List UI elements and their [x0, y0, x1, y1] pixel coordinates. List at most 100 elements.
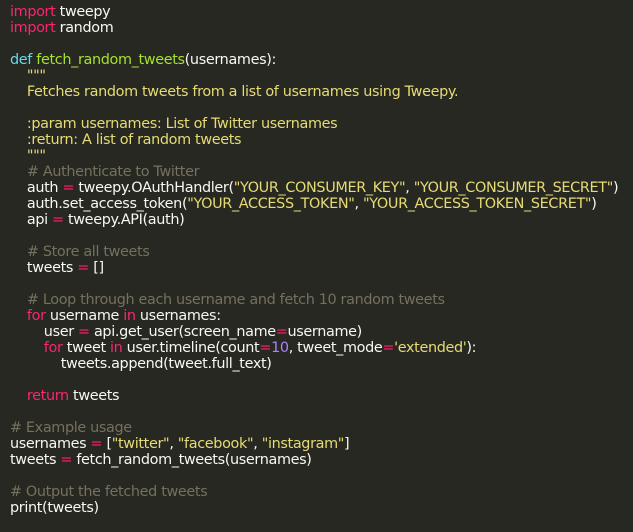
code-line[interactable]: tweets.append(tweet.full_text): [10, 356, 633, 372]
code-token: api.get_user(screen_name: [89, 324, 276, 340]
code-token: random: [55, 20, 114, 36]
code-token: for: [10, 308, 46, 324]
code-token: tweet: [62, 340, 111, 356]
code-line[interactable]: # Store all tweets: [10, 244, 633, 260]
code-line[interactable]: :return: A list of random tweets: [10, 132, 633, 148]
code-line[interactable]: """: [10, 148, 633, 164]
code-line[interactable]: [10, 100, 633, 116]
code-token: username: [45, 308, 124, 324]
code-token: "twitter": [111, 436, 170, 452]
code-token: []: [89, 260, 104, 276]
code-token: auth: [10, 180, 63, 196]
code-token: "instagram": [261, 436, 345, 452]
code-token: # Authenticate to Twitter: [10, 164, 200, 180]
code-token: auth.set_access_token(: [10, 196, 188, 212]
code-token: =: [382, 340, 395, 356]
code-token: """: [10, 68, 46, 84]
code-token: for: [10, 340, 63, 356]
code-line[interactable]: """: [10, 68, 633, 84]
code-token: # Loop through each username and fetch 1…: [10, 292, 445, 308]
code-token: , tweet_mode: [288, 340, 383, 356]
code-token: ,: [169, 436, 178, 452]
code-token: import: [10, 4, 56, 20]
code-token: user.timeline(count: [122, 340, 260, 356]
code-token: Fetches random tweets from a list of use…: [10, 84, 459, 100]
code-token: return: [10, 388, 69, 404]
code-token: :return: A list of random tweets: [10, 132, 242, 148]
code-token: ): [612, 180, 619, 196]
code-token: tweepy.OAuthHandler(: [74, 180, 234, 196]
code-token: usernames: [10, 436, 91, 452]
code-token: fetch_random_tweets(usernames): [72, 452, 312, 468]
code-token: "YOUR_CONSUMER_KEY": [233, 180, 406, 196]
code-token: ):: [466, 340, 477, 356]
code-token: username): [287, 324, 362, 340]
code-token: tweets: [10, 452, 61, 468]
code-token: api: [10, 212, 53, 228]
code-line[interactable]: usernames = ["twitter", "facebook", "ins…: [10, 436, 633, 452]
code-editor[interactable]: import tweepy import random def fetch_ran…: [0, 0, 633, 532]
code-line[interactable]: # Example usage: [10, 420, 633, 436]
code-line[interactable]: import random: [10, 20, 633, 36]
code-line[interactable]: # Output the fetched tweets: [10, 484, 633, 500]
code-token: import: [10, 20, 56, 36]
code-token: user: [10, 324, 79, 340]
code-token: in: [123, 308, 136, 324]
code-line[interactable]: [10, 36, 633, 52]
code-line[interactable]: tweets = fetch_random_tweets(usernames): [10, 452, 633, 468]
code-line[interactable]: tweets = []: [10, 260, 633, 276]
code-line[interactable]: for username in usernames:: [10, 308, 633, 324]
code-line[interactable]: api = tweepy.API(auth): [10, 212, 633, 228]
code-token: =: [77, 260, 89, 276]
code-token: =: [78, 324, 90, 340]
code-line[interactable]: [10, 228, 633, 244]
code-token: tweets: [68, 388, 120, 404]
code-token: =: [52, 212, 64, 228]
code-token: ]: [344, 436, 350, 452]
code-token: [: [102, 436, 112, 452]
code-token: ,: [253, 436, 262, 452]
code-line[interactable]: print(tweets): [10, 500, 633, 516]
code-token: =: [90, 436, 103, 452]
code-token: =: [62, 180, 75, 196]
code-token: ,: [405, 180, 414, 196]
code-token: """: [10, 148, 46, 164]
code-line[interactable]: user = api.get_user(screen_name=username…: [10, 324, 633, 340]
code-line[interactable]: [10, 372, 633, 388]
code-token: =: [275, 324, 288, 340]
code-token: print(tweets): [10, 500, 99, 516]
code-token: tweepy: [55, 4, 111, 20]
code-token: 'extended': [394, 340, 467, 356]
code-line[interactable]: # Authenticate to Twitter: [10, 164, 633, 180]
code-token: (usernames):: [184, 52, 277, 68]
code-token: "facebook": [177, 436, 254, 452]
code-token: # Store all tweets: [10, 244, 150, 260]
code-line[interactable]: auth = tweepy.OAuthHandler("YOUR_CONSUME…: [10, 180, 633, 196]
code-line[interactable]: def fetch_random_tweets(usernames):: [10, 52, 633, 68]
code-token: 10: [271, 340, 289, 356]
code-token: "YOUR_ACCESS_TOKEN_SECRET": [362, 196, 592, 212]
code-token: ): [591, 196, 597, 212]
code-line[interactable]: [10, 276, 633, 292]
code-line[interactable]: auth.set_access_token("YOUR_ACCESS_TOKEN…: [10, 196, 633, 212]
code-token: tweets: [10, 260, 78, 276]
code-token: # Output the fetched tweets: [10, 484, 208, 500]
code-token: tweepy.API(auth): [63, 212, 185, 228]
code-line[interactable]: Fetches random tweets from a list of use…: [10, 84, 633, 100]
code-line[interactable]: # Loop through each username and fetch 1…: [10, 292, 633, 308]
code-line[interactable]: for tweet in user.timeline(count=10, twe…: [10, 340, 633, 356]
code-line[interactable]: return tweets: [10, 388, 633, 404]
code-token: ,: [354, 196, 363, 212]
code-token: fetch_random_tweets: [36, 52, 185, 68]
code-line[interactable]: [10, 468, 633, 484]
code-line[interactable]: import tweepy: [10, 4, 633, 20]
code-token: # Example usage: [10, 420, 132, 436]
code-token: =: [259, 340, 272, 356]
code-line[interactable]: [10, 404, 633, 420]
code-token: :param usernames: List of Twitter userna…: [10, 116, 338, 132]
code-token: "YOUR_ACCESS_TOKEN": [187, 196, 355, 212]
code-token: tweets.append(tweet.full_text): [10, 356, 272, 372]
code-token: def: [10, 52, 33, 68]
code-line[interactable]: :param usernames: List of Twitter userna…: [10, 116, 633, 132]
code-token: usernames:: [135, 308, 221, 324]
